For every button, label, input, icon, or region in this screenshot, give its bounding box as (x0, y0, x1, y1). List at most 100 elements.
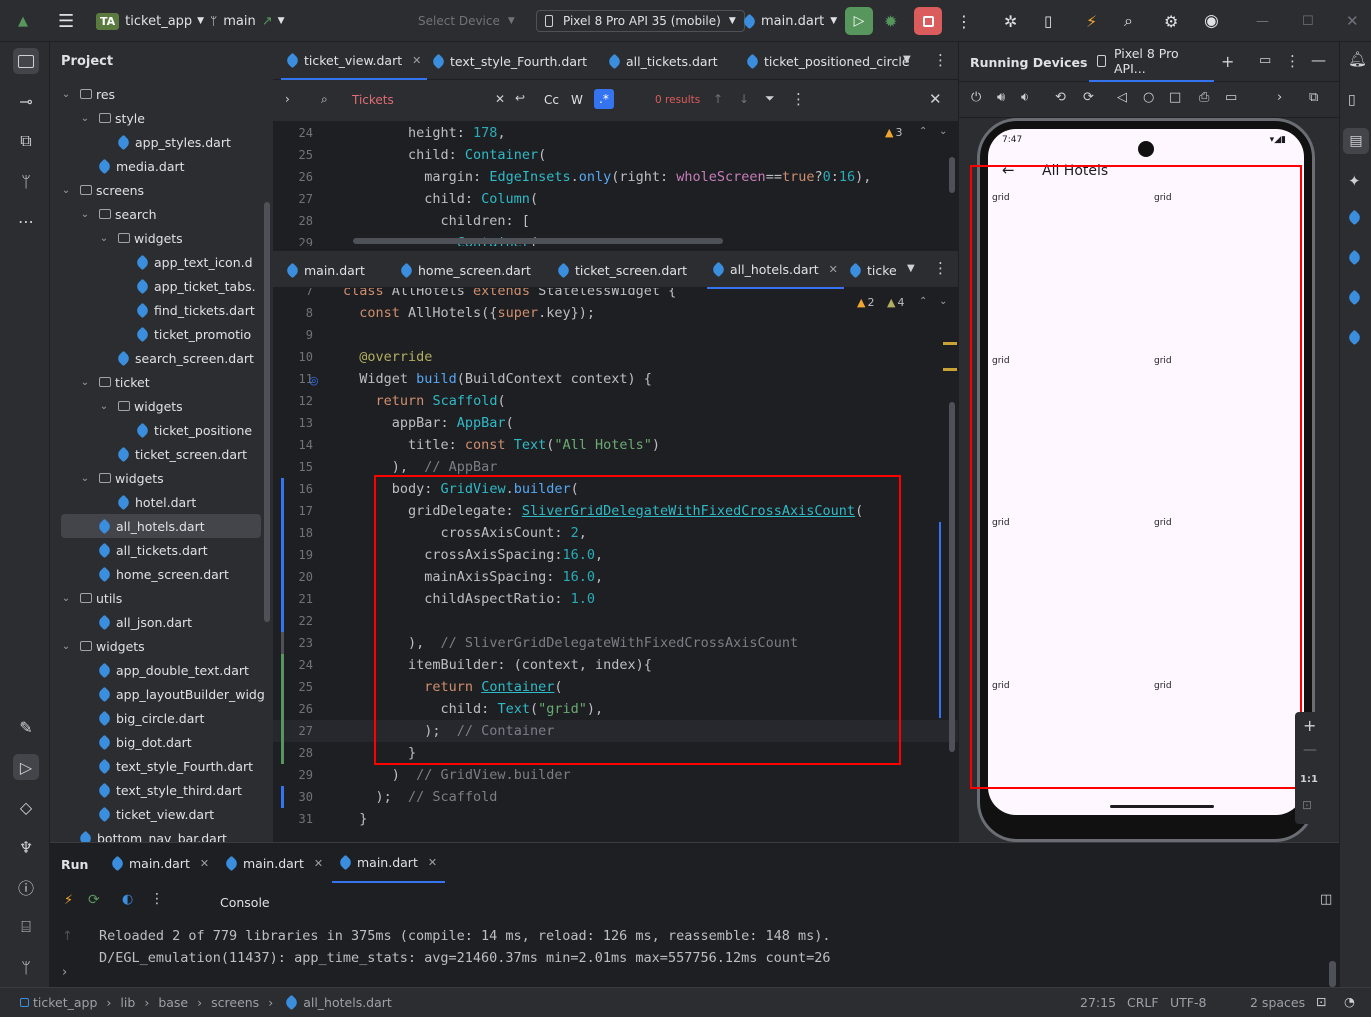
cursor-position[interactable]: 27:15 (1080, 995, 1116, 1010)
breadcrumb-item[interactable]: base (158, 995, 188, 1010)
record-icon[interactable]: ▭ (1225, 90, 1237, 105)
chevron-down-icon[interactable]: ⌄ (60, 641, 72, 652)
tree-item[interactable]: big_dot.dart (50, 730, 273, 754)
tabs-more-icon[interactable]: ⋮ (933, 51, 948, 69)
vertical-scrollbar-bottom[interactable] (949, 402, 955, 752)
console-scrollbar[interactable] (1329, 961, 1336, 987)
close-tab-icon[interactable]: ✕ (829, 263, 838, 276)
add-device-icon[interactable]: + (1221, 52, 1234, 71)
chevron-down-icon[interactable]: ⌄ (79, 473, 91, 484)
indent-setting[interactable]: 2 spaces (1250, 995, 1305, 1010)
code-line[interactable]: 24 height: 178, (273, 122, 958, 144)
breadcrumb-item[interactable]: ticket_app (33, 995, 97, 1010)
search-icon[interactable]: ⌕ (1124, 0, 1133, 42)
tree-item[interactable]: app_styles.dart (50, 130, 273, 154)
close-tab-icon[interactable]: ✕ (200, 857, 209, 870)
code-line[interactable]: 29 ) // GridView.builder (273, 764, 958, 786)
close-tab-icon[interactable]: ✕ (314, 857, 323, 870)
clear-search-icon[interactable]: ✕ (495, 92, 505, 106)
tree-item[interactable]: home_screen.dart (50, 562, 273, 586)
code-line[interactable]: 26 margin: EdgeInsets.only(right: wholeS… (273, 166, 958, 188)
zoom-out-icon[interactable]: — (1303, 742, 1317, 758)
match-case-toggle[interactable]: Cc (544, 93, 559, 107)
tree-item[interactable]: all_json.dart (50, 610, 273, 634)
power-icon[interactable]: ⏻ (971, 90, 981, 105)
volume-up-icon[interactable]: 🔊︎ (997, 90, 1005, 105)
select-device-dropdown[interactable]: Select Device ▼ (418, 0, 515, 42)
code-line[interactable]: 13 appBar: AppBar( (273, 412, 958, 434)
code-line[interactable]: 12 return Scaffold( (273, 390, 958, 412)
close-tab-icon[interactable]: ✕ (412, 54, 421, 67)
stop-button[interactable] (914, 0, 942, 42)
git-tool-icon[interactable]: ᛘ (13, 168, 39, 194)
tree-item[interactable]: all_tickets.dart (50, 538, 273, 562)
file-encoding[interactable]: UTF-8 (1170, 995, 1206, 1010)
more-controls-icon[interactable]: › (1277, 90, 1282, 105)
flutter-inspector-icon[interactable] (1346, 209, 1366, 226)
run-tool-icon[interactable]: ▷ (13, 754, 39, 780)
overview-icon[interactable]: □ (1169, 90, 1181, 105)
screenshot-icon[interactable]: ⎙ (1199, 90, 1209, 105)
structure-tool-icon[interactable]: ⧉ (13, 128, 39, 154)
tree-item[interactable]: ⌄ res (50, 82, 273, 106)
project-tool-icon[interactable] (13, 48, 39, 74)
tree-item[interactable]: text_style_third.dart (50, 778, 273, 802)
debug-button[interactable]: ✹ (884, 0, 897, 42)
hot-restart-icon[interactable]: ⟳ (88, 892, 100, 908)
device-selector[interactable]: Pixel 8 Pro API 35 (mobile) ▼ (536, 0, 745, 42)
breadcrumb-item[interactable]: all_hotels.dart (303, 995, 392, 1010)
debug-settings-icon[interactable]: ✲ (1004, 0, 1017, 42)
chevron-down-icon[interactable]: ⌄ (60, 593, 72, 604)
settings-gear-icon[interactable]: ⚙ (1164, 0, 1178, 42)
commit-tool-icon[interactable]: ⊸ (13, 88, 39, 114)
tree-item[interactable]: hotel.dart (50, 490, 273, 514)
hot-reload-icon[interactable]: ⚡ (1086, 0, 1097, 42)
mirror-icon[interactable]: ⧉ (1309, 90, 1318, 105)
chevron-down-icon[interactable]: ⌄ (79, 113, 91, 124)
layout-toggle-icon[interactable]: ◫ (1320, 892, 1332, 907)
chevron-down-icon[interactable]: ⌄ (79, 377, 91, 388)
chevron-down-icon[interactable]: ⌄ (98, 401, 110, 412)
tree-item[interactable]: app_ticket_tabs. (50, 274, 273, 298)
version-control-icon[interactable]: ᛘ (13, 954, 39, 980)
editor-tab[interactable]: all_hotels.dart ✕ (707, 251, 844, 289)
tree-item[interactable]: ticket_view.dart (50, 802, 273, 826)
tree-item[interactable]: big_circle.dart (50, 706, 273, 730)
sync-icon[interactable]: ◔ (1344, 994, 1355, 1009)
run-config-selector[interactable]: main.dart ▼ (741, 0, 837, 42)
devtools-icon[interactable]: ◐ (122, 892, 133, 907)
chevron-down-icon[interactable]: ▼ (907, 263, 915, 274)
problems-tool-icon[interactable]: ⓘ (13, 874, 39, 900)
find-input[interactable]: Tickets (352, 93, 394, 107)
volume-down-icon[interactable]: 🔉︎ (1021, 90, 1029, 105)
tree-item[interactable]: app_double_text.dart (50, 658, 273, 682)
expand-console-icon[interactable]: › (62, 965, 67, 980)
close-tab-icon[interactable]: ✕ (428, 856, 437, 869)
rotate-left-icon[interactable]: ⟲ (1055, 90, 1066, 105)
back-icon[interactable]: ◁ (1117, 90, 1127, 105)
editor-tab[interactable]: text_style_Fourth.dart (427, 42, 593, 80)
run-tab[interactable]: main.dart ✕ (218, 843, 331, 883)
code-line[interactable]: 9 (273, 324, 958, 346)
account-icon[interactable]: ◉ (1204, 0, 1219, 42)
breadcrumb-item[interactable]: lib (120, 995, 135, 1010)
editor-tab[interactable]: all_tickets.dart (603, 42, 724, 80)
code-line[interactable]: 27 child: Column( (273, 188, 958, 210)
close-window-button[interactable]: ✕ (1346, 0, 1359, 42)
run-tab[interactable]: main.dart ✕ (104, 843, 217, 883)
code-line[interactable]: 28 children: [ (273, 210, 958, 232)
flutter-devtools-icon[interactable] (1346, 329, 1366, 346)
tree-item[interactable]: bottom_nav_bar.dart (50, 826, 273, 842)
editor-tab[interactable]: ticke (844, 251, 903, 289)
chevron-up-icon[interactable]: ⌃ (919, 126, 927, 137)
flutter-performance-icon[interactable] (1346, 289, 1366, 306)
run-more-icon[interactable]: ⋮ (150, 891, 164, 907)
tree-item[interactable]: ⌄ widgets (50, 634, 273, 658)
code-line[interactable]: 31 } (273, 808, 958, 830)
rotate-right-icon[interactable]: ⟳ (1083, 90, 1094, 105)
gemini-icon[interactable]: ✦ (1348, 172, 1361, 190)
window-layout-icon[interactable]: ▭ (1259, 53, 1271, 68)
tree-item[interactable]: ticket_positione (50, 418, 273, 442)
project-switcher[interactable]: TA ticket_app ▼ (96, 0, 204, 42)
zoom-fit-icon[interactable]: ⊡ (1302, 798, 1312, 812)
